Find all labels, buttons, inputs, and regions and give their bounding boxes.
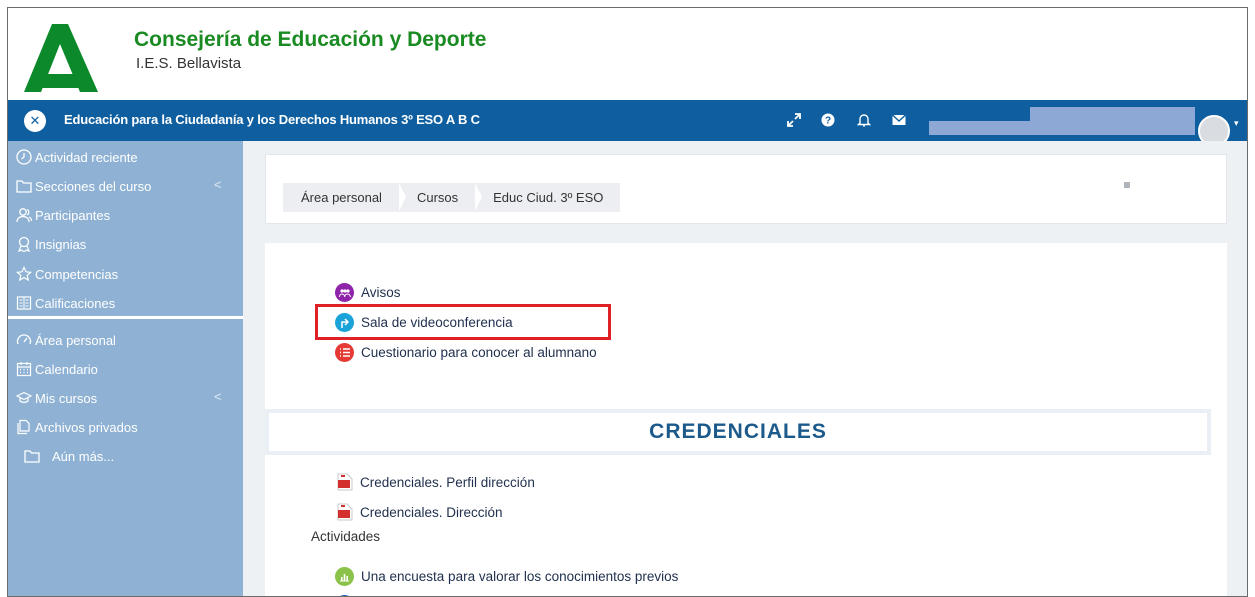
sidebar-item-actividad-reciente[interactable]: Actividad reciente [16, 146, 138, 168]
clock-icon [16, 149, 32, 165]
sidebar-item-label: Actividad reciente [35, 149, 138, 165]
course-navbar: ✕ Educación para la Ciudadanía y los Der… [8, 100, 1247, 147]
activities-subheading: Actividades [311, 529, 381, 544]
junta-andalucia-logo[interactable] [22, 22, 110, 94]
sidebar-item-competencias[interactable]: Competencias [16, 263, 118, 285]
pdf-icon [337, 503, 353, 521]
breadcrumb-item[interactable]: Área personal [283, 183, 406, 212]
resource-link[interactable]: Credenciales. Dirección [360, 505, 503, 520]
chevron-left-icon[interactable]: < [214, 177, 222, 192]
activity-encuesta[interactable]: Una encuesta para valorar los conocimien… [335, 567, 678, 586]
user-name-redacted [1030, 107, 1195, 121]
main-content: Área personal Cursos Educ Ciud. 3º ESO A… [243, 141, 1247, 596]
quiz-icon [335, 343, 354, 362]
sidebar-item-label: Secciones del curso [35, 178, 152, 194]
star-icon [16, 266, 32, 282]
badge-icon [17, 236, 31, 252]
sidebar-item-secciones[interactable]: Secciones del curso [16, 175, 151, 197]
survey-icon [335, 567, 354, 586]
svg-text:?: ? [825, 116, 831, 127]
sidebar-item-calificaciones[interactable]: Calificaciones [16, 292, 115, 314]
chevron-left-icon[interactable]: < [214, 389, 222, 404]
sidebar-item-calendario[interactable]: Calendario [16, 358, 98, 380]
sidebar-item-label: Archivos privados [35, 419, 138, 435]
files-icon [17, 419, 30, 435]
sidebar-item-label: Área personal [35, 332, 116, 348]
sidebar-item-area-personal[interactable]: Área personal [16, 329, 116, 351]
course-content: Avisos Sala de videoconferencia Cuestion… [265, 243, 1227, 596]
site-title[interactable]: Consejería de Educación y Deporte [134, 28, 486, 52]
folder-icon [16, 180, 32, 193]
forum-icon [335, 283, 354, 302]
sidebar-divider [8, 316, 243, 319]
activity-link[interactable]: Una encuesta para valorar los conocimien… [361, 569, 678, 584]
gradebook-icon [16, 296, 32, 310]
close-drawer-button[interactable]: ✕ [24, 110, 46, 132]
sidebar-item-aun-mas[interactable]: Aún más... [24, 445, 114, 467]
folder-icon [24, 450, 40, 463]
resource-pdf[interactable]: Credenciales. Dirección [337, 503, 503, 521]
breadcrumb: Área personal Cursos Educ Ciud. 3º ESO [283, 183, 621, 212]
sidebar-item-insignias[interactable]: Insignias [16, 233, 86, 255]
highlight-box [315, 304, 611, 340]
expand-icon[interactable] [784, 110, 804, 130]
browser-frame: Consejería de Educación y Deporte I.E.S.… [7, 7, 1248, 597]
activity-link[interactable]: Avisos [361, 285, 401, 300]
sidebar-nav: Actividad reciente Secciones del curso <… [8, 141, 243, 596]
sidebar-item-label: Participantes [35, 207, 111, 223]
user-info-redacted [929, 121, 1195, 135]
breadcrumb-item[interactable]: Cursos [399, 183, 483, 212]
dashboard-icon [16, 334, 32, 345]
users-icon [16, 208, 32, 223]
breadcrumb-item[interactable]: Educ Ciud. 3º ESO [475, 183, 620, 212]
graduation-cap-icon [16, 391, 32, 403]
sidebar-item-label: Aún más... [52, 448, 115, 464]
help-icon[interactable]: ? [818, 110, 838, 130]
activity-avisos[interactable]: Avisos [335, 283, 401, 302]
pdf-icon [337, 473, 353, 491]
sidebar-item-label: Mis cursos [35, 390, 98, 406]
resource-link[interactable]: Credenciales. Perfil dirección [360, 475, 535, 490]
course-title[interactable]: Educación para la Ciudadanía y los Derec… [64, 112, 480, 127]
section-title[interactable]: CREDENCIALES [265, 409, 1211, 455]
sidebar-item-label: Calendario [35, 361, 98, 377]
sidebar-item-label: Competencias [35, 266, 119, 282]
sidebar-item-archivos-privados[interactable]: Archivos privados [16, 416, 138, 438]
site-header: Consejería de Educación y Deporte I.E.S.… [8, 8, 1247, 100]
chevron-down-icon[interactable]: ▾ [1234, 118, 1239, 129]
activity-cuestionario[interactable]: Cuestionario para conocer al alumnano [335, 343, 597, 362]
school-name: I.E.S. Bellavista [136, 55, 242, 72]
calendar-icon [16, 362, 32, 377]
bell-icon[interactable] [854, 110, 874, 130]
settings-menu-dot[interactable] [1124, 182, 1130, 188]
close-icon: ✕ [29, 113, 41, 128]
sidebar-item-mis-cursos[interactable]: Mis cursos [16, 387, 97, 409]
resource-pdf[interactable]: Credenciales. Perfil dirección [337, 473, 535, 491]
activity-link[interactable]: Cuestionario para conocer al alumnano [361, 345, 597, 360]
sidebar-item-label: Insignias [35, 236, 87, 252]
envelope-icon[interactable] [889, 110, 909, 130]
breadcrumb-card: Área personal Cursos Educ Ciud. 3º ESO [265, 154, 1227, 224]
sidebar-item-label: Calificaciones [35, 295, 116, 311]
sidebar-item-participantes[interactable]: Participantes [16, 204, 110, 226]
